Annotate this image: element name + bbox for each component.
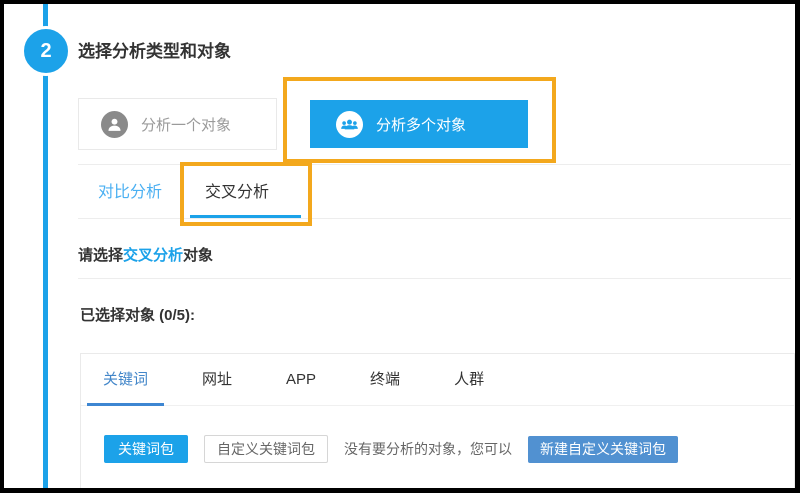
- step-number-badge: 2: [21, 26, 71, 76]
- step-progress-line: [43, 4, 48, 488]
- prompt-suffix: 对象: [183, 247, 214, 264]
- no-objects-hint: 没有要分析的对象，您可以: [344, 441, 512, 457]
- object-tab-url[interactable]: 网址: [186, 354, 248, 405]
- object-selection-panel: 关键词 网址 APP 终端 人群 关键词包 自定义关键词包 没有要分析的对象，您…: [80, 353, 795, 488]
- analyze-multiple-objects-button[interactable]: 分析多个对象: [310, 100, 528, 148]
- keyword-package-button[interactable]: 关键词包: [104, 435, 188, 463]
- prompt-prefix: 请选择: [78, 247, 124, 264]
- select-object-prompt: 请选择交叉分析对象: [78, 244, 213, 265]
- prompt-bottom-divider: [78, 278, 791, 279]
- step-number: 2: [40, 39, 52, 62]
- object-tab-app[interactable]: APP: [270, 354, 332, 405]
- object-type-tabs: 关键词 网址 APP 终端 人群: [81, 354, 794, 406]
- selected-count: 0/5: [164, 307, 186, 324]
- keyword-tab-content: 关键词包 自定义关键词包 没有要分析的对象，您可以 新建自定义关键词包: [81, 406, 794, 463]
- custom-keyword-package-button[interactable]: 自定义关键词包: [204, 435, 328, 463]
- analyze-multiple-objects-label: 分析多个对象: [376, 116, 467, 134]
- content-frame: 2 选择分析类型和对象 分析一个对象 分析多个对象 对比分析 交叉分析 请选择交…: [4, 4, 795, 488]
- selected-suffix: ):: [185, 307, 196, 324]
- group-people-icon: [336, 110, 363, 138]
- tabs-bottom-divider: [78, 218, 791, 219]
- selected-prefix: 已选择对象 (: [80, 307, 165, 324]
- analyze-single-object-label: 分析一个对象: [141, 116, 232, 134]
- object-tab-terminal[interactable]: 终端: [354, 354, 416, 405]
- selected-objects-counter: 已选择对象 (0/5):: [80, 304, 195, 325]
- create-custom-package-button[interactable]: 新建自定义关键词包: [528, 435, 678, 463]
- tab-cross-analysis[interactable]: 交叉分析: [205, 178, 269, 202]
- object-tab-crowd[interactable]: 人群: [438, 354, 500, 405]
- page-title: 选择分析类型和对象: [78, 42, 231, 61]
- analyze-single-object-button[interactable]: 分析一个对象: [78, 98, 277, 150]
- object-tab-keywords[interactable]: 关键词: [87, 354, 165, 406]
- single-person-icon: [101, 110, 128, 138]
- tab-compare-analysis[interactable]: 对比分析: [98, 178, 162, 202]
- section-divider: [78, 164, 791, 165]
- prompt-cross-analysis-link[interactable]: 交叉分析: [123, 247, 183, 264]
